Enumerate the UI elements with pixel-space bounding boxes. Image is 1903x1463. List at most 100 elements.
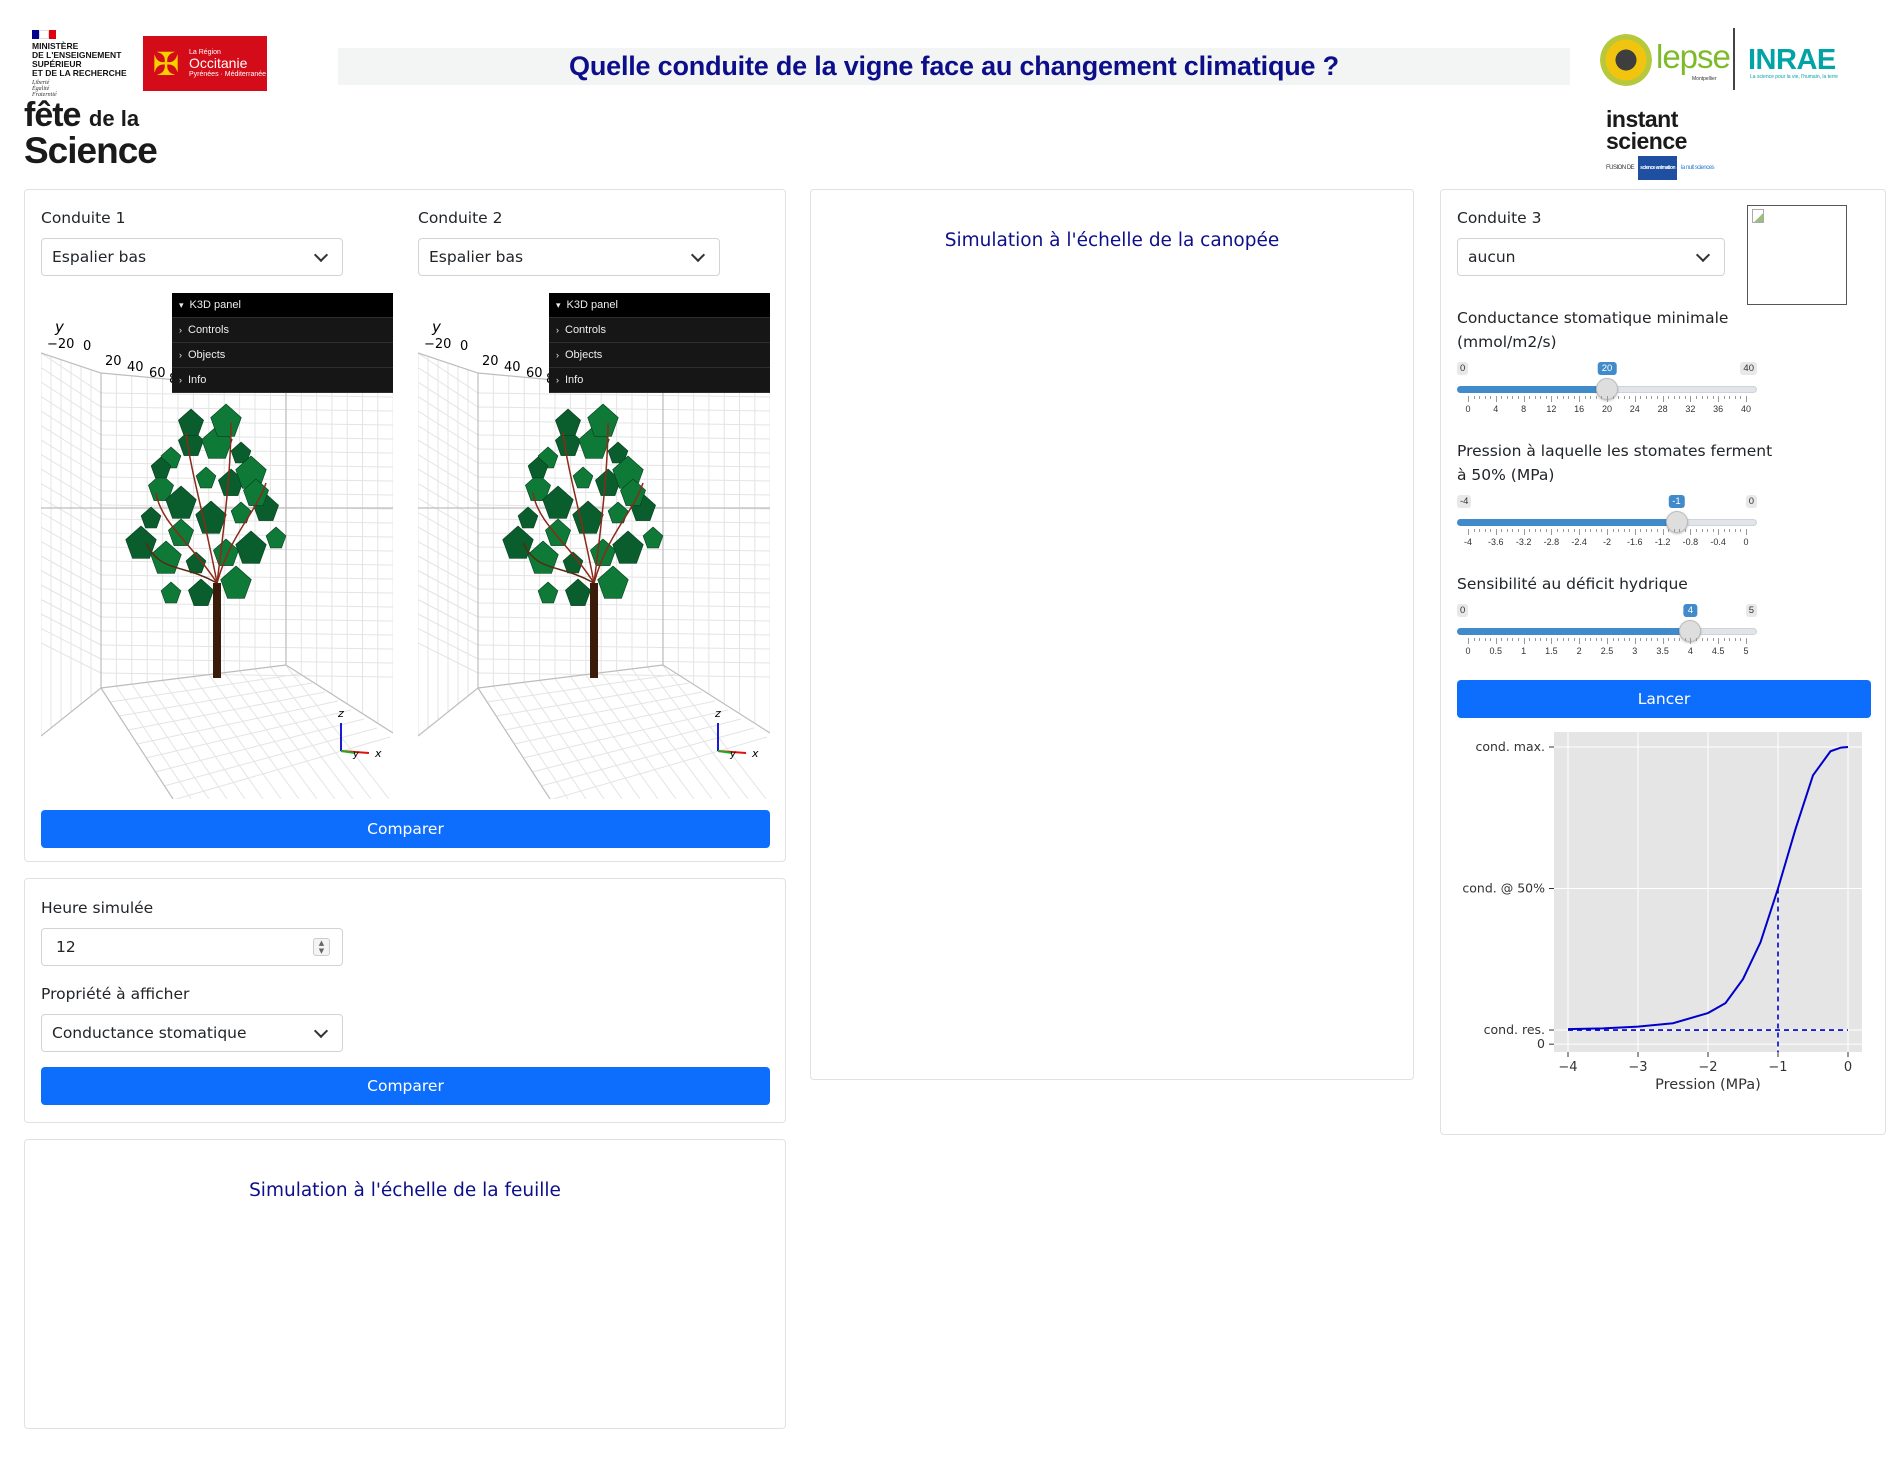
y-tick-label: 20 xyxy=(482,354,499,369)
slider-tick xyxy=(1540,529,1542,532)
conductance-slider[interactable]: 0 40 20 0 4 8 12 16 20 24 28 32 36 40 xyxy=(1457,362,1757,414)
slider-tick xyxy=(1545,396,1547,399)
slider-tick xyxy=(1512,529,1514,532)
slider-tick xyxy=(1651,529,1653,532)
hour-label: Heure simulée xyxy=(41,899,154,917)
y-tick-label: 60 xyxy=(149,366,166,381)
slider-tick xyxy=(1484,396,1486,399)
vine-leaf xyxy=(590,538,616,566)
k3d-objects-item[interactable]: › Objects xyxy=(172,343,393,368)
slider-tick xyxy=(1629,529,1631,532)
y-tick-label: cond. max. xyxy=(1475,739,1545,754)
slider-tick-label: -1.6 xyxy=(1627,537,1643,547)
slider-tick-label: 28 xyxy=(1657,404,1668,414)
logo-divider xyxy=(1733,28,1735,90)
slider-tick xyxy=(1684,396,1686,399)
slider-tick-label: -1.2 xyxy=(1654,537,1671,547)
conduite2-select[interactable]: Espalier bas xyxy=(418,238,720,276)
sensitivity-slider[interactable]: 0 5 4 0 0.5 1 1.5 2 2.5 3 3.5 4 4.5 5 xyxy=(1457,604,1757,656)
property-select[interactable]: Conductance stomatique xyxy=(41,1014,343,1052)
k3d-panel[interactable]: ▾ K3D panel › Controls › Objects › Info xyxy=(549,293,770,393)
chevron-down-icon xyxy=(313,247,329,262)
fete-small: de la xyxy=(88,106,140,131)
slider-tick xyxy=(1668,396,1670,399)
conduite1-select[interactable]: Espalier bas xyxy=(41,238,343,276)
slider-tick xyxy=(1573,396,1575,399)
chevron-down-icon xyxy=(313,1023,329,1038)
slider-tick xyxy=(1506,396,1508,399)
slider-tick-label: 0 xyxy=(1465,404,1471,414)
slider-value-label: 20 xyxy=(1597,362,1617,375)
slider-tick xyxy=(1584,529,1586,532)
conduite3-select[interactable]: aucun xyxy=(1457,238,1725,276)
k3d-controls-item[interactable]: › Controls xyxy=(172,318,393,343)
k3d-panel-header[interactable]: ▾ K3D panel xyxy=(549,293,770,318)
k3d-info-item[interactable]: › Info xyxy=(549,368,770,393)
slider-tick xyxy=(1540,396,1542,399)
axis-y-label: y xyxy=(431,318,442,336)
occitan-cross-icon: ✠ xyxy=(152,44,180,83)
k3d-viewer-2[interactable]: y −20020406080 z x y ▾K3D panel ›Control… xyxy=(418,293,770,799)
slider-tick xyxy=(1540,638,1542,641)
chevron-right-icon: › xyxy=(179,375,182,385)
slider-tick xyxy=(1501,529,1503,532)
slider-tick xyxy=(1568,529,1570,532)
axes-gizmo: z x y xyxy=(337,707,382,760)
x-tick-label: −2 xyxy=(1698,1060,1717,1075)
k3d-controls-item[interactable]: › Controls xyxy=(549,318,770,343)
slider-tick xyxy=(1490,396,1492,399)
slider-tick xyxy=(1551,638,1553,644)
slider-ticks: 0 0.5 1 1.5 2 2.5 3 3.5 4 4.5 5 xyxy=(1457,638,1757,656)
slider-tick-label: -0.4 xyxy=(1710,537,1726,547)
slider-tick xyxy=(1729,638,1731,641)
vine-leaf xyxy=(612,530,644,564)
slider-fill xyxy=(1457,628,1691,635)
k3d-viewer-1[interactable]: y −20020406080 z x y ▾K3D panel ›Control… xyxy=(41,293,393,799)
slider-tick xyxy=(1701,529,1703,532)
pressure-slider[interactable]: -4 0 -1 -4 -3.6 -3.2 -2.8 -2.4 -2 -1.6 -1.2 -0.8 -0.… xyxy=(1457,495,1757,547)
chevron-down-icon: ▾ xyxy=(179,299,184,310)
spinner-icon[interactable]: ▲ ▼ xyxy=(313,938,330,956)
slider-min-label: 0 xyxy=(1457,604,1469,617)
slider-tick-label: 5 xyxy=(1743,646,1749,656)
slider-tick xyxy=(1512,638,1514,641)
slider-tick-label: 40 xyxy=(1740,404,1752,414)
compare-property-button[interactable]: Comparer xyxy=(41,1067,770,1105)
slider-tick xyxy=(1590,396,1592,399)
slider-tick-label: 20 xyxy=(1601,404,1613,414)
vine-leaf xyxy=(555,408,581,436)
k3d-panel-header[interactable]: ▾ K3D panel xyxy=(172,293,393,318)
slider-tick xyxy=(1468,396,1469,402)
lepse-logo: lepse Montpellier xyxy=(1600,30,1731,90)
k3d-info-item[interactable]: › Info xyxy=(172,368,393,393)
slider-tick-label: -3.2 xyxy=(1515,537,1532,547)
slider-tick xyxy=(1645,396,1647,399)
slider-tick-label: 4.5 xyxy=(1711,646,1725,656)
slider-tick-label: 16 xyxy=(1574,404,1585,414)
y-tick-label: −20 xyxy=(47,337,74,352)
k3d-objects-item[interactable]: › Objects xyxy=(549,343,770,368)
region-sub: Pyrénées · Méditerranée xyxy=(189,71,267,78)
chevron-right-icon: › xyxy=(556,375,559,385)
slider-tick xyxy=(1468,529,1469,535)
chevron-right-icon: › xyxy=(179,350,182,360)
instant-science-logo: instant science FUSION DE science animati… xyxy=(1606,108,1736,180)
slider-tick xyxy=(1707,638,1709,641)
slider-tick xyxy=(1490,529,1492,532)
slider-tick xyxy=(1501,396,1503,399)
page-title: Quelle conduite de la vigne face au chan… xyxy=(569,51,1339,81)
hour-input[interactable]: 12 ▲ ▼ xyxy=(41,928,343,966)
slider-tick xyxy=(1556,638,1558,641)
vine-leaf xyxy=(220,565,252,599)
slider-tick xyxy=(1568,638,1570,641)
k3d-panel[interactable]: ▾ K3D panel › Controls › Objects › Info xyxy=(172,293,393,393)
slider-tick-label: 2 xyxy=(1576,646,1582,656)
slider-tick xyxy=(1562,396,1564,399)
slider-tick xyxy=(1723,638,1725,641)
compare-conduites-button[interactable]: Comparer xyxy=(41,810,770,848)
slider-tick xyxy=(1495,638,1497,644)
slider-tick xyxy=(1640,396,1642,399)
y-tick-label: 60 xyxy=(526,366,543,381)
launch-button[interactable]: Lancer xyxy=(1457,680,1871,718)
slider-tick xyxy=(1601,529,1603,532)
